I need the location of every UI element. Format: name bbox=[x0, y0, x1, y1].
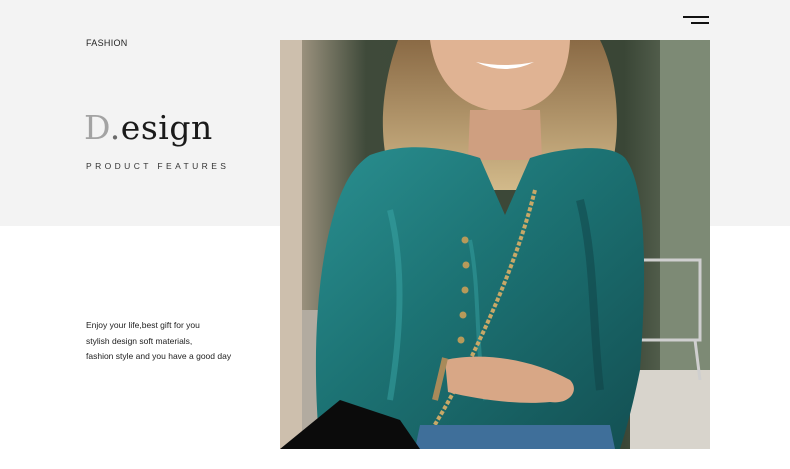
product-photo bbox=[280, 40, 710, 449]
menu-icon-line-bottom bbox=[691, 22, 709, 24]
hamburger-menu-icon[interactable] bbox=[683, 15, 709, 27]
description-block: Enjoy your life,best gift for you stylis… bbox=[86, 318, 276, 365]
category-kicker: FASHION bbox=[86, 38, 128, 48]
page-title: D.esign bbox=[84, 108, 213, 148]
description-line: Enjoy your life,best gift for you bbox=[86, 320, 200, 330]
title-rest: esign bbox=[120, 108, 213, 147]
description-line: fashion style and you have a good day bbox=[86, 351, 232, 361]
title-dot: . bbox=[109, 108, 121, 147]
description-line: stylish design soft materials, bbox=[86, 335, 193, 346]
page-subtitle: PRODUCT FEATURES bbox=[86, 161, 230, 171]
title-initial-letter: D bbox=[84, 108, 110, 147]
product-photo-illustration bbox=[280, 40, 710, 449]
menu-icon-line-top bbox=[683, 16, 709, 18]
